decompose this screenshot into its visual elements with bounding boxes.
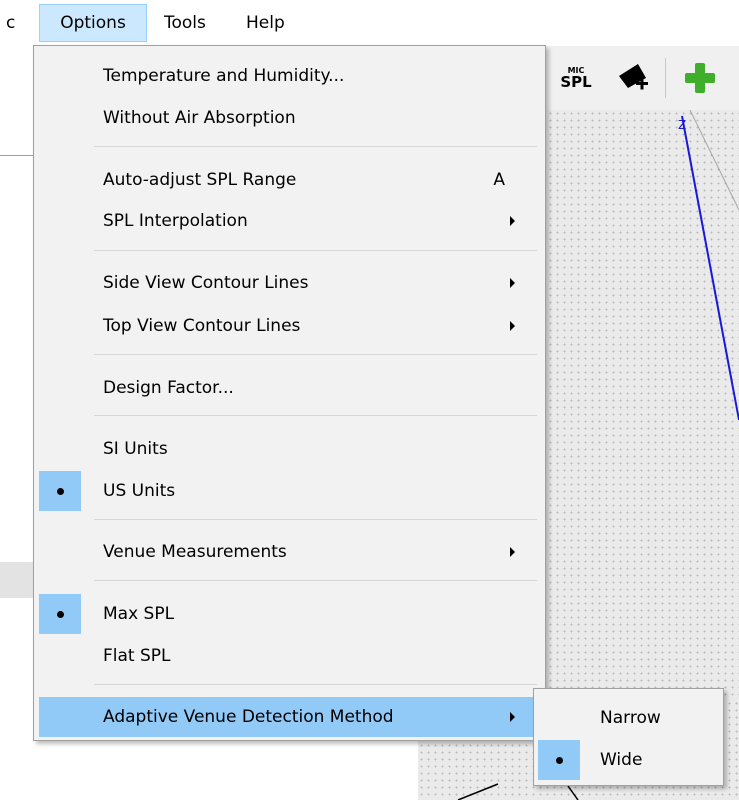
- add-speaker-icon: [619, 64, 648, 90]
- menu-item-temperature-humidity[interactable]: Temperature and Humidity...: [39, 56, 541, 96]
- toolbar: MIC SPL: [540, 46, 739, 110]
- menu-item-label: Side View Contour Lines: [103, 273, 309, 293]
- menu-item-label: Adaptive Venue Detection Method: [103, 707, 394, 727]
- radio-selected-indicator: [39, 471, 81, 511]
- menu-item-label: Without Air Absorption: [103, 108, 296, 128]
- menu-separator: [94, 580, 537, 581]
- adaptive-venue-detection-submenu: Narrow Wide: [533, 688, 724, 786]
- menu-item-side-view-contour-lines[interactable]: Side View Contour Lines: [39, 263, 541, 303]
- menubar-item-tools[interactable]: Tools: [152, 4, 218, 42]
- menu-separator: [94, 519, 537, 520]
- submenu-arrow-icon: [510, 712, 515, 722]
- menu-item-label: Max SPL: [103, 604, 175, 624]
- left-panel-selected-row: [0, 562, 34, 598]
- menu-item-max-spl[interactable]: Max SPL: [39, 594, 541, 634]
- menu-item-label: SI Units: [103, 439, 168, 459]
- z-axis-label: Z: [678, 118, 687, 132]
- mic-spl-icon: MIC SPL: [560, 65, 592, 91]
- menu-separator: [94, 684, 537, 685]
- menu-item-us-units[interactable]: US Units: [39, 471, 541, 511]
- menu-bar: c Options Tools Help: [0, 0, 739, 46]
- menu-item-flat-spl[interactable]: Flat SPL: [39, 636, 541, 676]
- menu-item-auto-adjust-spl-range[interactable]: Auto-adjust SPL Range A: [39, 160, 541, 200]
- shortcut-key: A: [493, 170, 505, 190]
- menu-item-label: Flat SPL: [103, 646, 171, 666]
- toolbar-separator: [665, 58, 666, 98]
- radio-selected-indicator: [538, 740, 580, 780]
- menubar-item-help[interactable]: Help: [234, 4, 297, 42]
- submenu-item-wide[interactable]: Wide: [538, 740, 719, 780]
- menu-item-label: Venue Measurements: [103, 542, 287, 562]
- menu-item-spl-interpolation[interactable]: SPL Interpolation: [39, 201, 541, 241]
- submenu-item-narrow[interactable]: Narrow: [538, 698, 719, 738]
- submenu-item-label: Wide: [600, 750, 643, 770]
- menu-item-si-units[interactable]: SI Units: [39, 429, 541, 469]
- menu-item-label: SPL Interpolation: [103, 211, 248, 231]
- menu-item-design-factor[interactable]: Design Factor...: [39, 368, 541, 408]
- menu-separator: [94, 354, 537, 355]
- menu-item-label: Auto-adjust SPL Range: [103, 170, 297, 190]
- menu-item-label: Design Factor...: [103, 378, 234, 398]
- submenu-arrow-icon: [510, 321, 515, 331]
- mic-spl-button[interactable]: MIC SPL: [554, 56, 598, 100]
- menu-item-top-view-contour-lines[interactable]: Top View Contour Lines: [39, 306, 541, 346]
- add-button[interactable]: [678, 56, 722, 100]
- menu-separator: [94, 415, 537, 416]
- options-menu: Temperature and Humidity... Without Air …: [33, 45, 546, 741]
- menu-item-label: Top View Contour Lines: [103, 316, 301, 336]
- menu-item-label: US Units: [103, 481, 176, 501]
- menu-item-adaptive-venue-detection[interactable]: Adaptive Venue Detection Method: [39, 697, 541, 737]
- radio-dot-icon: [57, 488, 64, 495]
- menubar-item-partial[interactable]: c: [0, 4, 27, 42]
- menu-item-venue-measurements[interactable]: Venue Measurements: [39, 532, 541, 572]
- radio-selected-indicator: [39, 594, 81, 634]
- submenu-arrow-icon: [510, 547, 515, 557]
- menu-item-without-air-absorption[interactable]: Without Air Absorption: [39, 98, 541, 138]
- submenu-arrow-icon: [510, 278, 515, 288]
- menu-separator: [94, 250, 537, 251]
- menu-separator: [94, 146, 537, 147]
- submenu-item-label: Narrow: [600, 708, 661, 728]
- plus-icon: [685, 63, 715, 93]
- radio-dot-icon: [57, 611, 64, 618]
- radio-dot-icon: [556, 757, 563, 764]
- add-speaker-button[interactable]: [612, 56, 656, 100]
- menu-item-label: Temperature and Humidity...: [103, 66, 345, 86]
- left-panel-background: [0, 46, 34, 800]
- submenu-arrow-icon: [510, 216, 515, 226]
- menubar-item-options[interactable]: Options: [39, 4, 147, 42]
